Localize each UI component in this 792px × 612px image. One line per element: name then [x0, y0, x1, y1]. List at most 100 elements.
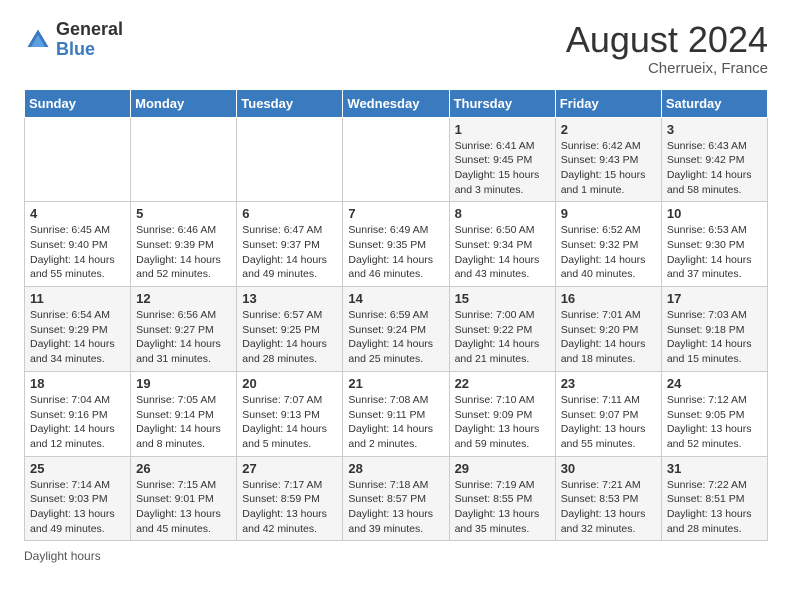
day-info: Sunrise: 7:00 AM Sunset: 9:22 PM Dayligh…: [455, 308, 550, 367]
day-number: 29: [455, 461, 550, 476]
day-info: Sunrise: 7:01 AM Sunset: 9:20 PM Dayligh…: [561, 308, 656, 367]
day-info: Sunrise: 6:57 AM Sunset: 9:25 PM Dayligh…: [242, 308, 337, 367]
calendar-cell: 31 Sunrise: 7:22 AM Sunset: 8:51 PM Dayli…: [661, 456, 767, 541]
day-info: Sunrise: 6:45 AM Sunset: 9:40 PM Dayligh…: [30, 223, 125, 282]
calendar-cell: 6Sunrise: 6:47 AM Sunset: 9:37 PM Daylig…: [237, 202, 343, 287]
calendar-cell: 13 Sunrise: 6:57 AM Sunset: 9:25 PM Dayli…: [237, 287, 343, 372]
day-info: Sunrise: 6:59 AM Sunset: 9:24 PM Dayligh…: [348, 308, 443, 367]
calendar-cell: [237, 117, 343, 202]
logo-blue: Blue: [56, 40, 123, 60]
calendar-cell: 20Sunrise: 7:07 AM Sunset: 9:13 PM Dayli…: [237, 371, 343, 456]
calendar-cell: [25, 117, 131, 202]
weekday-header-friday: Friday: [555, 89, 661, 117]
day-number: 31: [667, 461, 762, 476]
calendar-cell: [343, 117, 449, 202]
calendar-week-5: 25 Sunrise: 7:14 AM Sunset: 9:03 PM Dayli…: [25, 456, 768, 541]
footer: Daylight hours: [24, 549, 768, 563]
calendar-cell: 12Sunrise: 6:56 AM Sunset: 9:27 PM Dayli…: [131, 287, 237, 372]
day-info: Sunrise: 7:05 AM Sunset: 9:14 PM Dayligh…: [136, 393, 231, 452]
title-area: August 2024 Cherrueix, France: [566, 20, 768, 77]
weekday-header-row: SundayMondayTuesdayWednesdayThursdayFrid…: [25, 89, 768, 117]
footer-label: Daylight hours: [24, 549, 101, 563]
calendar-cell: 15 Sunrise: 7:00 AM Sunset: 9:22 PM Dayli…: [449, 287, 555, 372]
day-info: Sunrise: 6:53 AM Sunset: 9:30 PM Dayligh…: [667, 223, 762, 282]
calendar-cell: 9Sunrise: 6:52 AM Sunset: 9:32 PM Daylig…: [555, 202, 661, 287]
day-info: Sunrise: 6:41 AM Sunset: 9:45 PM Dayligh…: [455, 139, 550, 198]
day-number: 11: [30, 291, 125, 306]
calendar-cell: 30 Sunrise: 7:21 AM Sunset: 8:53 PM Dayli…: [555, 456, 661, 541]
calendar-week-2: 4 Sunrise: 6:45 AM Sunset: 9:40 PM Daylig…: [25, 202, 768, 287]
day-number: 1: [455, 122, 550, 137]
calendar-week-3: 11 Sunrise: 6:54 AM Sunset: 9:29 PM Dayli…: [25, 287, 768, 372]
day-number: 30: [561, 461, 656, 476]
day-info: Sunrise: 7:07 AM Sunset: 9:13 PM Dayligh…: [242, 393, 337, 452]
calendar-cell: 27Sunrise: 7:17 AM Sunset: 8:59 PM Dayli…: [237, 456, 343, 541]
day-number: 14: [348, 291, 443, 306]
day-number: 3: [667, 122, 762, 137]
calendar-cell: 18 Sunrise: 7:04 AM Sunset: 9:16 PM Dayli…: [25, 371, 131, 456]
day-info: Sunrise: 7:21 AM Sunset: 8:53 PM Dayligh…: [561, 478, 656, 537]
day-info: Sunrise: 7:04 AM Sunset: 9:16 PM Dayligh…: [30, 393, 125, 452]
weekday-header-wednesday: Wednesday: [343, 89, 449, 117]
day-info: Sunrise: 6:50 AM Sunset: 9:34 PM Dayligh…: [455, 223, 550, 282]
calendar-cell: 10 Sunrise: 6:53 AM Sunset: 9:30 PM Dayli…: [661, 202, 767, 287]
calendar-cell: 19Sunrise: 7:05 AM Sunset: 9:14 PM Dayli…: [131, 371, 237, 456]
day-info: Sunrise: 7:10 AM Sunset: 9:09 PM Dayligh…: [455, 393, 550, 452]
calendar-cell: 25 Sunrise: 7:14 AM Sunset: 9:03 PM Dayli…: [25, 456, 131, 541]
day-info: Sunrise: 6:47 AM Sunset: 9:37 PM Dayligh…: [242, 223, 337, 282]
day-number: 18: [30, 376, 125, 391]
calendar-cell: 8 Sunrise: 6:50 AM Sunset: 9:34 PM Daylig…: [449, 202, 555, 287]
day-info: Sunrise: 6:54 AM Sunset: 9:29 PM Dayligh…: [30, 308, 125, 367]
day-number: 28: [348, 461, 443, 476]
calendar-cell: 2 Sunrise: 6:42 AM Sunset: 9:43 PM Daylig…: [555, 117, 661, 202]
calendar-cell: 14 Sunrise: 6:59 AM Sunset: 9:24 PM Dayli…: [343, 287, 449, 372]
day-info: Sunrise: 6:43 AM Sunset: 9:42 PM Dayligh…: [667, 139, 762, 198]
day-number: 4: [30, 206, 125, 221]
calendar-cell: 16Sunrise: 7:01 AM Sunset: 9:20 PM Dayli…: [555, 287, 661, 372]
day-info: Sunrise: 7:08 AM Sunset: 9:11 PM Dayligh…: [348, 393, 443, 452]
day-number: 2: [561, 122, 656, 137]
day-number: 10: [667, 206, 762, 221]
calendar-cell: 3 Sunrise: 6:43 AM Sunset: 9:42 PM Daylig…: [661, 117, 767, 202]
day-info: Sunrise: 7:14 AM Sunset: 9:03 PM Dayligh…: [30, 478, 125, 537]
calendar-cell: 1 Sunrise: 6:41 AM Sunset: 9:45 PM Daylig…: [449, 117, 555, 202]
month-year: August 2024: [566, 20, 768, 60]
logo-icon: [24, 26, 52, 54]
day-number: 12: [136, 291, 231, 306]
day-info: Sunrise: 7:18 AM Sunset: 8:57 PM Dayligh…: [348, 478, 443, 537]
day-number: 23: [561, 376, 656, 391]
page-header: General Blue August 2024 Cherrueix, Fran…: [24, 20, 768, 77]
day-number: 8: [455, 206, 550, 221]
day-number: 7: [348, 206, 443, 221]
calendar-cell: 22 Sunrise: 7:10 AM Sunset: 9:09 PM Dayli…: [449, 371, 555, 456]
calendar-cell: 5Sunrise: 6:46 AM Sunset: 9:39 PM Daylig…: [131, 202, 237, 287]
calendar-cell: 7 Sunrise: 6:49 AM Sunset: 9:35 PM Daylig…: [343, 202, 449, 287]
logo-general: General: [56, 20, 123, 40]
weekday-header-saturday: Saturday: [661, 89, 767, 117]
calendar-cell: 17 Sunrise: 7:03 AM Sunset: 9:18 PM Dayli…: [661, 287, 767, 372]
day-number: 22: [455, 376, 550, 391]
day-number: 25: [30, 461, 125, 476]
location: Cherrueix, France: [566, 60, 768, 77]
day-info: Sunrise: 6:42 AM Sunset: 9:43 PM Dayligh…: [561, 139, 656, 198]
weekday-header-tuesday: Tuesday: [237, 89, 343, 117]
calendar-cell: 23Sunrise: 7:11 AM Sunset: 9:07 PM Dayli…: [555, 371, 661, 456]
day-info: Sunrise: 7:03 AM Sunset: 9:18 PM Dayligh…: [667, 308, 762, 367]
day-info: Sunrise: 6:46 AM Sunset: 9:39 PM Dayligh…: [136, 223, 231, 282]
day-number: 17: [667, 291, 762, 306]
calendar-week-1: 1 Sunrise: 6:41 AM Sunset: 9:45 PM Daylig…: [25, 117, 768, 202]
day-number: 13: [242, 291, 337, 306]
day-number: 26: [136, 461, 231, 476]
day-info: Sunrise: 7:15 AM Sunset: 9:01 PM Dayligh…: [136, 478, 231, 537]
day-info: Sunrise: 6:49 AM Sunset: 9:35 PM Dayligh…: [348, 223, 443, 282]
day-info: Sunrise: 6:52 AM Sunset: 9:32 PM Dayligh…: [561, 223, 656, 282]
day-number: 27: [242, 461, 337, 476]
day-number: 24: [667, 376, 762, 391]
day-info: Sunrise: 7:22 AM Sunset: 8:51 PM Dayligh…: [667, 478, 762, 537]
calendar-cell: 29 Sunrise: 7:19 AM Sunset: 8:55 PM Dayli…: [449, 456, 555, 541]
day-info: Sunrise: 7:19 AM Sunset: 8:55 PM Dayligh…: [455, 478, 550, 537]
logo: General Blue: [24, 20, 123, 60]
day-number: 15: [455, 291, 550, 306]
calendar-week-4: 18 Sunrise: 7:04 AM Sunset: 9:16 PM Dayli…: [25, 371, 768, 456]
weekday-header-thursday: Thursday: [449, 89, 555, 117]
